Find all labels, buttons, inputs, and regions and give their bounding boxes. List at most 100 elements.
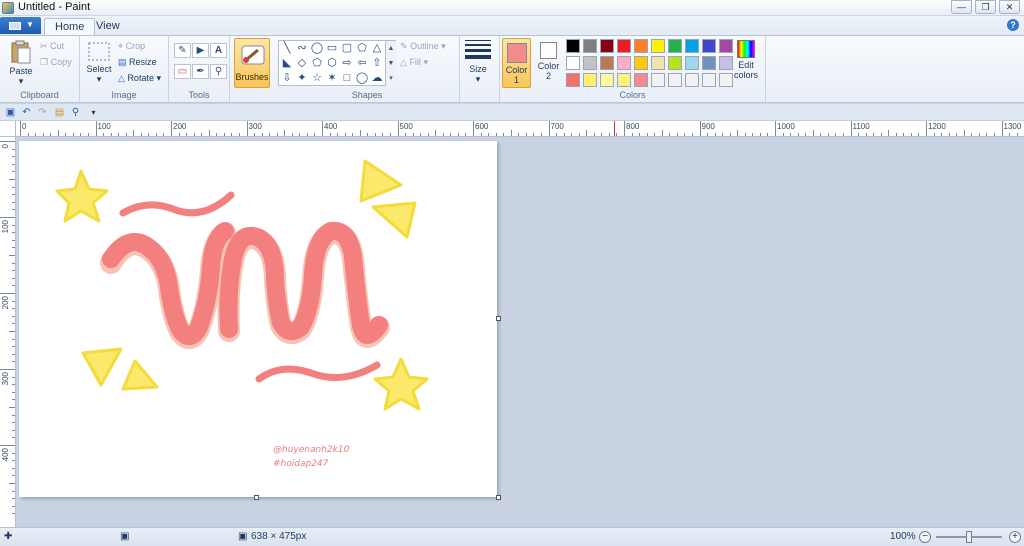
color-2-button[interactable]: Color 2 [534,38,563,88]
left-arrow-shape-icon[interactable]: ⇦ [355,57,369,69]
palette-swatch-12[interactable] [600,56,614,70]
outline-button[interactable]: ✎ Outline ▾ [400,41,446,52]
palette-swatch-6[interactable] [668,39,682,53]
print-preview-icon[interactable]: ⚲ [69,106,82,119]
customize-toolbar-icon[interactable]: ▾ [87,106,100,119]
palette-swatch-7[interactable] [685,39,699,53]
oval-shape-icon[interactable]: ◯ [310,42,324,54]
six-point-star-shape-icon[interactable]: ✶ [325,72,339,84]
zoom-slider[interactable] [936,531,1002,543]
edit-colors-button[interactable]: Edit colors [732,38,760,80]
right-arrow-shape-icon[interactable]: ⇨ [340,57,354,69]
palette-swatch-29[interactable] [719,73,733,87]
rotate-button[interactable]: △ Rotate ▾ [118,73,161,84]
pentagon-shape-icon[interactable]: ⬠ [310,57,324,69]
color-1-button[interactable]: Color 1 [502,38,531,88]
pencil-icon[interactable]: ✎ [174,43,191,58]
cloud-callout-shape-icon[interactable]: ☁ [370,72,384,84]
copy-button[interactable]: ❐ Copy [40,57,72,68]
palette-swatch-10[interactable] [566,56,580,70]
palette-swatch-27[interactable] [685,73,699,87]
zoom-out-button[interactable]: − [919,531,931,543]
cut-button[interactable]: ✂ Cut [40,41,64,52]
ruler-major-tick [850,121,852,136]
palette-swatch-28[interactable] [702,73,716,87]
undo-icon[interactable]: ↶ [20,106,33,119]
palette-swatch-24[interactable] [634,73,648,87]
palette-swatch-14[interactable] [634,56,648,70]
down-arrow-shape-icon[interactable]: ⇩ [280,72,294,84]
triangle-shape-icon[interactable]: △ [370,42,384,54]
right-triangle-shape-icon[interactable]: ◣ [280,57,294,69]
palette-swatch-23[interactable] [617,73,631,87]
palette-swatch-9[interactable] [719,39,733,53]
palette-swatch-1[interactable] [583,39,597,53]
palette-swatch-20[interactable] [566,73,580,87]
four-point-star-shape-icon[interactable]: ✦ [295,72,309,84]
paint-menu-button[interactable]: ▼ [0,17,41,34]
palette-swatch-25[interactable] [651,73,665,87]
polygon-shape-icon[interactable]: ⬠ [355,42,369,54]
palette-swatch-5[interactable] [651,39,665,53]
palette-swatch-21[interactable] [583,73,597,87]
line-shape-icon[interactable]: ╲ [280,42,294,54]
fill-button[interactable]: △ Fill ▾ [400,57,428,68]
up-arrow-shape-icon[interactable]: ⇧ [370,57,384,69]
restore-button[interactable]: ❐ [975,0,996,14]
ruler-minor-tick [352,133,354,136]
palette-swatch-18[interactable] [702,56,716,70]
palette-swatch-8[interactable] [702,39,716,53]
palette-swatch-11[interactable] [583,56,597,70]
size-button[interactable]: Size ▾ [465,40,491,85]
save-icon[interactable]: ▣ [4,106,17,119]
crop-button[interactable]: ⌖ Crop [118,41,145,52]
help-icon[interactable]: ? [1007,19,1019,31]
resize-handle-corner[interactable] [496,495,501,500]
diamond-shape-icon[interactable]: ◇ [295,57,309,69]
palette-swatch-0[interactable] [566,39,580,53]
palette-swatch-4[interactable] [634,39,648,53]
oval-callout-shape-icon[interactable]: ◯ [355,72,369,84]
paint-app-icon[interactable] [2,2,14,14]
ruler-minor-tick [148,133,150,136]
minimize-button[interactable]: — [951,0,972,14]
palette-swatch-13[interactable] [617,56,631,70]
rounded-rectangle-shape-icon[interactable]: ▢ [340,42,354,54]
palette-swatch-22[interactable] [600,73,614,87]
color-picker-icon[interactable]: ✒ [192,64,209,79]
zoom-in-button[interactable]: + [1009,531,1021,543]
palette-swatch-16[interactable] [668,56,682,70]
palette-swatch-2[interactable] [600,39,614,53]
new-file-icon[interactable]: ▤ [53,106,66,119]
text-icon[interactable]: A [210,43,227,58]
shapes-scroll[interactable]: ▲ ▼ ▾ [385,41,396,86]
curve-shape-icon[interactable]: ∾ [295,42,309,54]
palette-swatch-26[interactable] [668,73,682,87]
rectangle-shape-icon[interactable]: ▭ [325,42,339,54]
rounded-callout-shape-icon[interactable]: □ [340,72,354,84]
redo-icon[interactable]: ↷ [36,106,49,119]
ruler-minor-tick [941,133,943,136]
fill-icon[interactable]: ▶ [192,43,209,58]
palette-swatch-19[interactable] [719,56,733,70]
close-button[interactable]: ✕ [999,0,1020,14]
tab-view[interactable]: View [86,18,130,35]
ruler-minor-tick [57,130,59,136]
resize-button[interactable]: ▤ Resize [118,57,157,68]
brushes-button[interactable]: Brushes [234,38,270,88]
palette-swatch-17[interactable] [685,56,699,70]
five-point-star-shape-icon[interactable]: ☆ [310,72,324,84]
palette-swatch-3[interactable] [617,39,631,53]
hexagon-shape-icon[interactable]: ⬡ [325,57,339,69]
image-group-label: Image [111,90,137,100]
eraser-icon[interactable]: ▭ [174,64,191,79]
resize-handle-right[interactable] [496,316,501,321]
palette-swatch-15[interactable] [651,56,665,70]
zoom-slider-thumb[interactable] [966,531,972,543]
ruler-label: 900 [701,122,715,131]
magnifier-icon[interactable]: ⚲ [210,64,227,79]
paste-button[interactable]: Paste ▾ [6,40,36,87]
drawing-canvas[interactable]: @huyenanh2k10 #hoidap247 [19,141,497,497]
resize-handle-bottom[interactable] [254,495,259,500]
select-button[interactable]: Select ▾ [85,42,113,85]
